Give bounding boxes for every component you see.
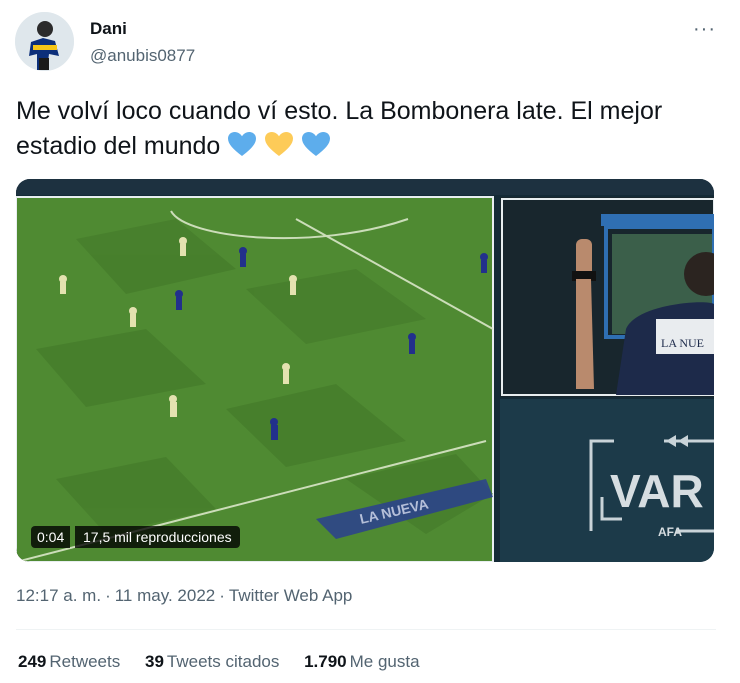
tweet-meta: 12:17 a. m. · 11 may. 2022 · Twitter Web App	[16, 586, 352, 606]
var-logo-text: VAR	[610, 465, 704, 517]
tweet-timestamp[interactable]: 12:17 a. m.	[16, 586, 101, 605]
yellow-heart-icon	[265, 132, 294, 156]
divider	[16, 629, 716, 630]
var-panel: VAR AFA	[500, 399, 714, 562]
tweet-body: Me volví loco cuando ví esto. La Bombone…	[16, 97, 663, 160]
likes-label: Me gusta	[349, 652, 420, 671]
quotes-label: Tweets citados	[166, 652, 280, 671]
tweet-text: Me volví loco cuando ví esto. La Bombone…	[16, 94, 716, 164]
video-elapsed-time: 0:04	[31, 526, 71, 548]
afa-logo-text: AFA	[658, 525, 682, 539]
pitch-panel: LA NUEVA	[16, 196, 494, 562]
video-player[interactable]: LA NUEVA LA NUE VAR AFA	[16, 179, 714, 562]
retweets-label: Retweets	[49, 652, 121, 671]
likes-count: 1.790	[304, 652, 347, 671]
video-view-count: 17,5 mil reproducciones	[75, 526, 240, 548]
quotes-count: 39	[144, 652, 164, 671]
meta-separator: ·	[219, 586, 225, 605]
jersey-text: LA NUE	[661, 336, 704, 350]
blue-heart-icon	[302, 132, 331, 156]
retweets-count: 249	[18, 652, 47, 671]
tweet-source[interactable]: Twitter Web App	[229, 586, 352, 605]
author-name[interactable]: Dani	[90, 19, 127, 39]
emoji-group	[227, 132, 331, 160]
quote-tweets-stat[interactable]: 39 Tweets citados	[145, 652, 279, 672]
author-handle[interactable]: @anubis0877	[90, 46, 195, 66]
avatar[interactable]	[15, 12, 74, 71]
blue-heart-icon	[228, 132, 257, 156]
tweet-stats: 249 Retweets 39 Tweets citados 1.790 Me gus…	[18, 652, 440, 672]
more-horizontal-icon[interactable]: ···	[693, 19, 716, 39]
retweets-stat[interactable]: 249 Retweets	[18, 652, 120, 672]
tweet-date[interactable]: 11 may. 2022	[115, 586, 216, 605]
meta-separator: ·	[105, 586, 111, 605]
referee-panel: LA NUE	[500, 197, 714, 397]
likes-stat[interactable]: 1.790 Me gusta	[304, 652, 419, 672]
